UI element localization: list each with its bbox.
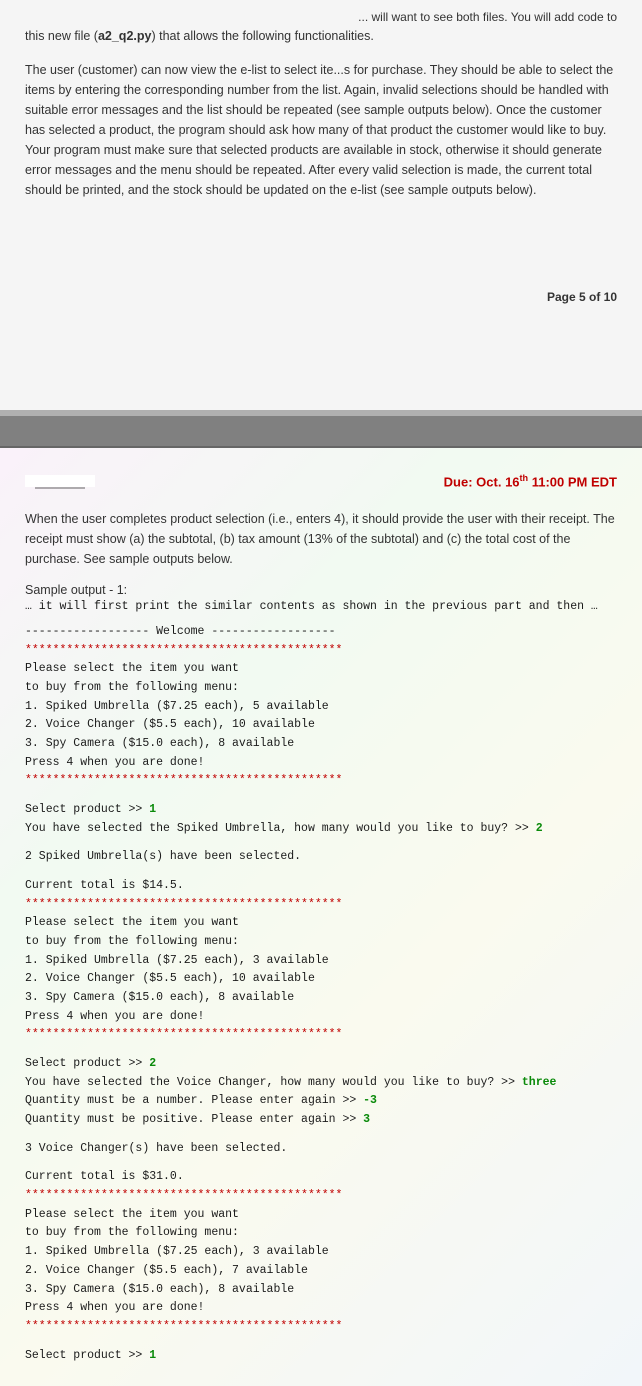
separator: ****************************************…	[25, 1027, 617, 1044]
due-date: Due: Oct. 16th 11:00 PM EDT	[444, 473, 617, 489]
sample-output-label: Sample output - 1:	[25, 583, 617, 597]
menu1-item-2: 2. Voice Changer ($5.5 each), 10 availab…	[25, 717, 617, 734]
menu2-item-3: 3. Spy Camera ($15.0 each), 8 available	[25, 990, 617, 1007]
separator: ****************************************…	[25, 1319, 617, 1336]
menu1-item-1: 1. Spiked Umbrella ($7.25 each), 5 avail…	[25, 699, 617, 716]
page-5: ... will want to see both files. You wil…	[0, 0, 642, 410]
filename: a2_q2.py	[98, 29, 152, 43]
select-3-line: Select product >> 1	[25, 1348, 617, 1365]
menu3-item-3: 3. Spy Camera ($15.0 each), 8 available	[25, 1282, 617, 1299]
sample-note: … it will first print the similar conten…	[25, 599, 617, 616]
separator: ****************************************…	[25, 643, 617, 660]
separator: ****************************************…	[25, 773, 617, 790]
error-2: Quantity must be positive. Please enter …	[25, 1112, 617, 1129]
menu3-item-2: 2. Voice Changer ($5.5 each), 7 availabl…	[25, 1263, 617, 1280]
menu3-item-1: 1. Spiked Umbrella ($7.25 each), 3 avail…	[25, 1244, 617, 1261]
confirm-1: 2 Spiked Umbrella(s) have been selected.	[25, 849, 617, 866]
menu3-done: Press 4 when you are done!	[25, 1300, 617, 1317]
page-6: Due: Oct. 16th 11:00 PM EDT When the use…	[0, 448, 642, 1386]
select-2-response: You have selected the Voice Changer, how…	[25, 1075, 617, 1092]
total-1: Current total is $14.5.	[25, 878, 617, 895]
page-divider	[0, 410, 642, 448]
user-input: 3	[363, 1113, 370, 1126]
separator: ****************************************…	[25, 1188, 617, 1205]
body-paragraph: The user (customer) can now view the e-l…	[25, 60, 617, 200]
separator: ****************************************…	[25, 897, 617, 914]
select-1-line: Select product >> 1	[25, 802, 617, 819]
total-2: Current total is $31.0.	[25, 1169, 617, 1186]
receipt-instructions: When the user completes product selectio…	[25, 509, 617, 569]
menu2-item-1: 1. Spiked Umbrella ($7.25 each), 3 avail…	[25, 953, 617, 970]
menu-intro-2: to buy from the following menu:	[25, 934, 617, 951]
error-1: Quantity must be a number. Please enter …	[25, 1093, 617, 1110]
intro-fragment: ... will want to see both files. You wil…	[25, 10, 617, 24]
redacted-block	[25, 475, 95, 487]
menu-intro-1: Please select the item you want	[25, 661, 617, 678]
menu-intro-2: to buy from the following menu:	[25, 680, 617, 697]
assignment-intro: this new file (a2_q2.py) that allows the…	[25, 27, 617, 46]
welcome-line: ------------------ Welcome -------------…	[25, 624, 617, 641]
confirm-2: 3 Voice Changer(s) have been selected.	[25, 1141, 617, 1158]
select-2-line: Select product >> 2	[25, 1056, 617, 1073]
menu2-done: Press 4 when you are done!	[25, 1009, 617, 1026]
menu1-done: Press 4 when you are done!	[25, 755, 617, 772]
user-input: 1	[149, 803, 156, 816]
user-input: three	[522, 1076, 557, 1089]
header-row: Due: Oct. 16th 11:00 PM EDT	[25, 473, 617, 489]
user-input: 2	[149, 1057, 156, 1070]
menu-intro-2: to buy from the following menu:	[25, 1225, 617, 1242]
menu-intro-1: Please select the item you want	[25, 1207, 617, 1224]
page-number: Page 5 of 10	[25, 290, 617, 304]
menu1-item-3: 3. Spy Camera ($15.0 each), 8 available	[25, 736, 617, 753]
user-input: 1	[149, 1349, 156, 1362]
menu2-item-2: 2. Voice Changer ($5.5 each), 10 availab…	[25, 971, 617, 988]
user-input: -3	[363, 1094, 377, 1107]
select-1-response: You have selected the Spiked Umbrella, h…	[25, 821, 617, 838]
user-input: 2	[536, 822, 543, 835]
menu-intro-1: Please select the item you want	[25, 915, 617, 932]
